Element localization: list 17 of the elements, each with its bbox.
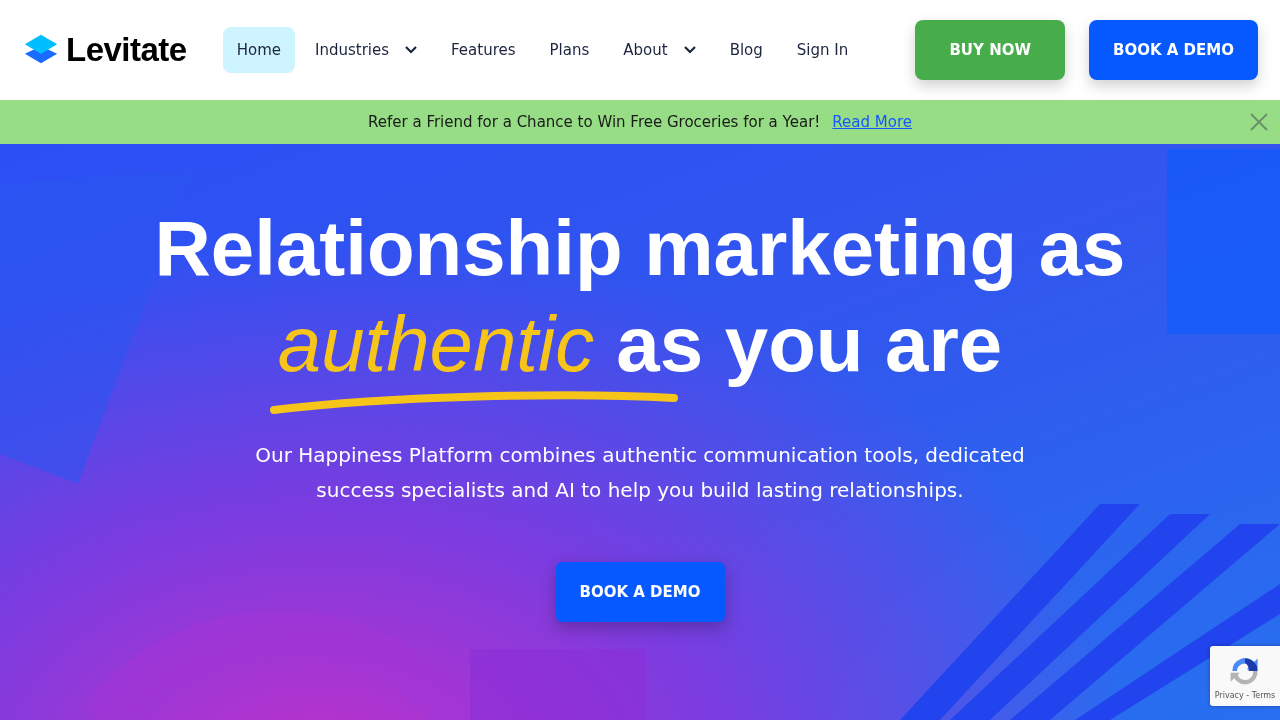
announcement-text: Refer a Friend for a Chance to Win Free Groceries for a Year! [368, 113, 821, 131]
book-demo-button[interactable]: BOOK A DEMO [1089, 20, 1258, 80]
close-icon[interactable] [1250, 113, 1268, 131]
privacy-terms-links[interactable]: Privacy - Terms [1214, 690, 1276, 700]
nav-link[interactable]: Industries [301, 27, 432, 73]
nav-link[interactable]: Home [222, 27, 295, 73]
book-demo-button[interactable]: BOOK A DEMO [555, 562, 725, 622]
nav-link[interactable]: About [609, 27, 710, 73]
nav-link[interactable]: Features [437, 27, 530, 73]
hero-subtitle: Our Happiness Platform combines authentic communication tools, dedicated success specialists and AI to help you build lasting relationships. [254, 442, 1026, 504]
headline: Relationship marketing as [154, 203, 1126, 294]
nav-link[interactable]: Sign In [782, 27, 863, 73]
headline: as you are [616, 299, 1003, 390]
nav-link[interactable]: Blog [715, 27, 777, 73]
logo-text: Levitate [66, 31, 187, 69]
highlighted-word: authentic [277, 300, 595, 388]
nav-link[interactable]: Plans [535, 27, 604, 73]
